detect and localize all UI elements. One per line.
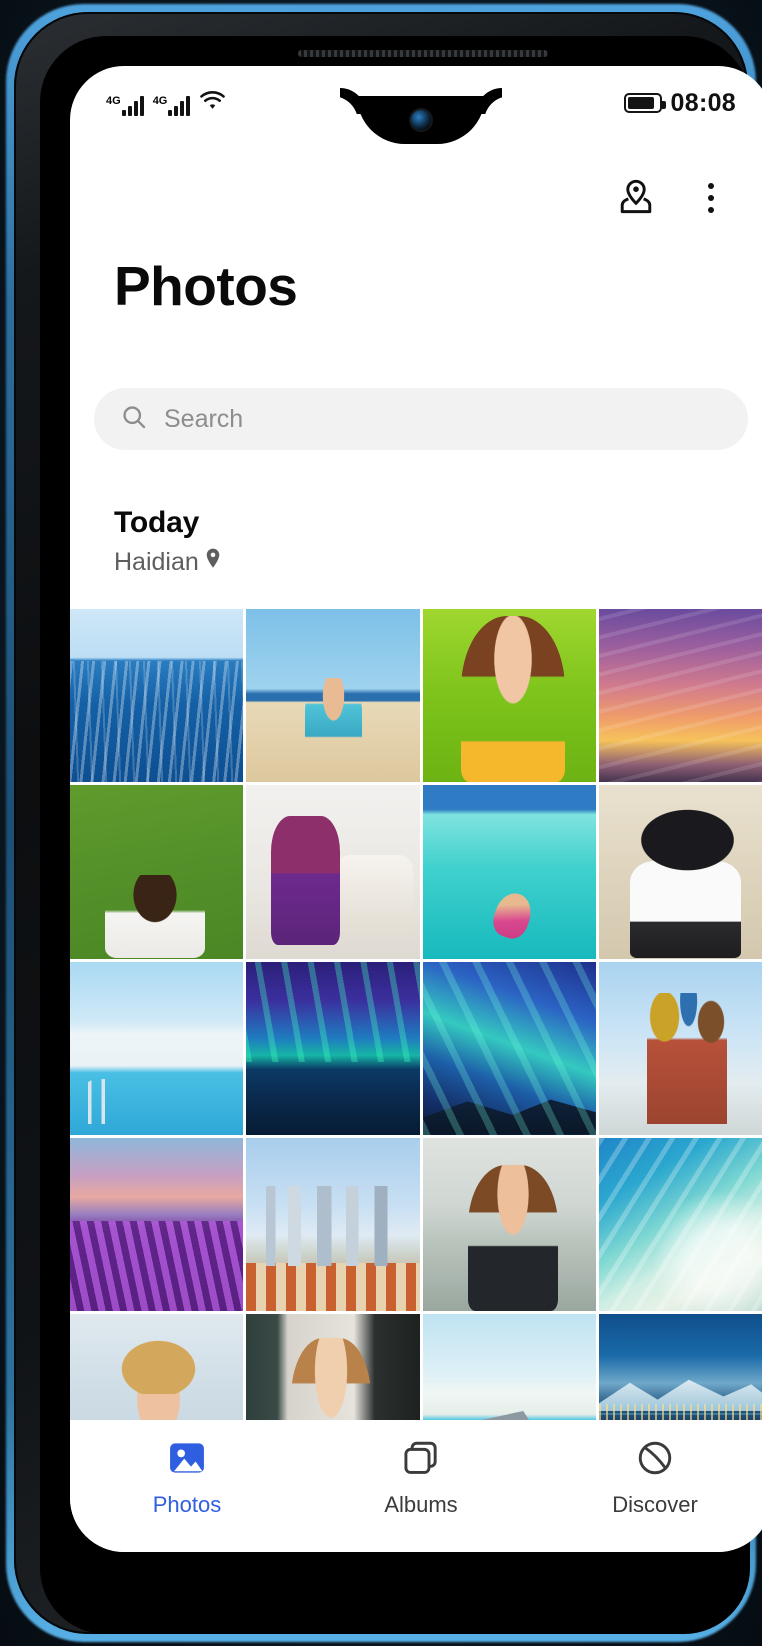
location-pin-icon bbox=[203, 547, 223, 578]
photo-thumbnail[interactable] bbox=[70, 1137, 244, 1311]
sim2-network-label: 4G bbox=[152, 95, 168, 107]
photo-thumbnail-image bbox=[598, 1137, 762, 1311]
battery-icon bbox=[623, 93, 666, 113]
more-vertical-icon[interactable] bbox=[698, 177, 724, 219]
albums-icon bbox=[401, 1438, 441, 1483]
phone-screen: 4G 4G 08:08 Photos Search Today Haidian … bbox=[70, 66, 762, 1552]
wifi-icon bbox=[199, 90, 226, 116]
photo-thumbnail-image bbox=[422, 785, 596, 959]
photo-grid bbox=[70, 609, 762, 1488]
nav-item-photos[interactable]: Photos bbox=[71, 1438, 303, 1518]
photo-thumbnail[interactable] bbox=[598, 961, 762, 1135]
search-bar[interactable]: Search bbox=[94, 388, 748, 450]
photo-thumbnail-image bbox=[246, 1137, 420, 1311]
map-location-icon[interactable] bbox=[614, 176, 658, 220]
photo-thumbnail[interactable] bbox=[70, 785, 244, 959]
photo-icon bbox=[167, 1438, 207, 1483]
nav-label-discover: Discover bbox=[612, 1492, 698, 1517]
front-camera-icon bbox=[411, 110, 431, 130]
photo-thumbnail-image bbox=[246, 785, 420, 959]
photo-thumbnail-image bbox=[70, 1137, 244, 1311]
photo-thumbnail[interactable] bbox=[422, 785, 596, 959]
photo-thumbnail[interactable] bbox=[246, 1137, 420, 1311]
section-header: Today Haidian bbox=[114, 506, 223, 578]
sim1-network-label: 4G bbox=[106, 95, 121, 107]
photo-thumbnail[interactable] bbox=[422, 1137, 596, 1311]
section-location[interactable]: Haidian bbox=[114, 547, 223, 578]
photo-thumbnail[interactable] bbox=[598, 1137, 762, 1311]
photo-thumbnail-image bbox=[70, 785, 244, 959]
photo-thumbnail[interactable] bbox=[246, 785, 420, 959]
app-top-actions bbox=[70, 162, 762, 234]
section-location-label: Haidian bbox=[114, 548, 199, 576]
photo-thumbnail[interactable] bbox=[246, 609, 420, 783]
phone-body: 4G 4G 08:08 Photos Search Today Haidian … bbox=[14, 12, 762, 1634]
discover-icon bbox=[635, 1438, 675, 1483]
signal-bars-icon bbox=[168, 94, 191, 116]
earpiece-grille bbox=[298, 50, 548, 57]
photo-thumbnail[interactable] bbox=[598, 609, 762, 783]
signal-indicator-sim1: 4G bbox=[106, 94, 144, 116]
section-title: Today bbox=[114, 506, 200, 539]
nav-label-photos: Photos bbox=[152, 1492, 222, 1517]
photo-thumbnail[interactable] bbox=[422, 609, 596, 783]
search-input[interactable]: Search bbox=[164, 405, 243, 434]
photo-thumbnail-image bbox=[70, 961, 244, 1135]
status-bar-left: 4G 4G bbox=[106, 90, 226, 116]
photo-thumbnail-image bbox=[422, 609, 596, 783]
photo-thumbnail-image bbox=[70, 609, 244, 783]
status-bar-clock: 08:08 bbox=[670, 88, 736, 117]
photo-thumbnail[interactable] bbox=[598, 785, 762, 959]
nav-label-albums: Albums bbox=[384, 1492, 458, 1517]
photo-thumbnail-image bbox=[422, 1137, 596, 1311]
photo-thumbnail[interactable] bbox=[246, 961, 420, 1135]
signal-indicator-sim2: 4G bbox=[153, 94, 191, 116]
search-icon bbox=[120, 403, 148, 436]
status-bar-right: 08:08 bbox=[623, 88, 736, 118]
photo-thumbnail[interactable] bbox=[70, 609, 244, 783]
screenshot-stage: 4G 4G 08:08 Photos Search Today Haidian … bbox=[0, 0, 762, 1646]
nav-item-discover[interactable]: Discover bbox=[539, 1438, 762, 1518]
photo-thumbnail-image bbox=[246, 609, 420, 783]
photo-thumbnail[interactable] bbox=[422, 961, 596, 1135]
phone-bezel: 4G 4G 08:08 Photos Search Today Haidian … bbox=[40, 36, 762, 1634]
signal-bars-icon bbox=[121, 94, 144, 116]
photo-thumbnail-image bbox=[422, 961, 596, 1135]
photo-thumbnail-image bbox=[598, 785, 762, 959]
photo-thumbnail-image bbox=[598, 961, 762, 1135]
nav-item-albums[interactable]: Albums bbox=[305, 1438, 537, 1518]
photo-thumbnail-image bbox=[598, 609, 762, 783]
bottom-navigation: Photos Albums Discover bbox=[70, 1420, 762, 1552]
photo-thumbnail[interactable] bbox=[70, 961, 244, 1135]
page-title: Photos bbox=[114, 255, 298, 317]
photo-thumbnail-image bbox=[246, 961, 420, 1135]
